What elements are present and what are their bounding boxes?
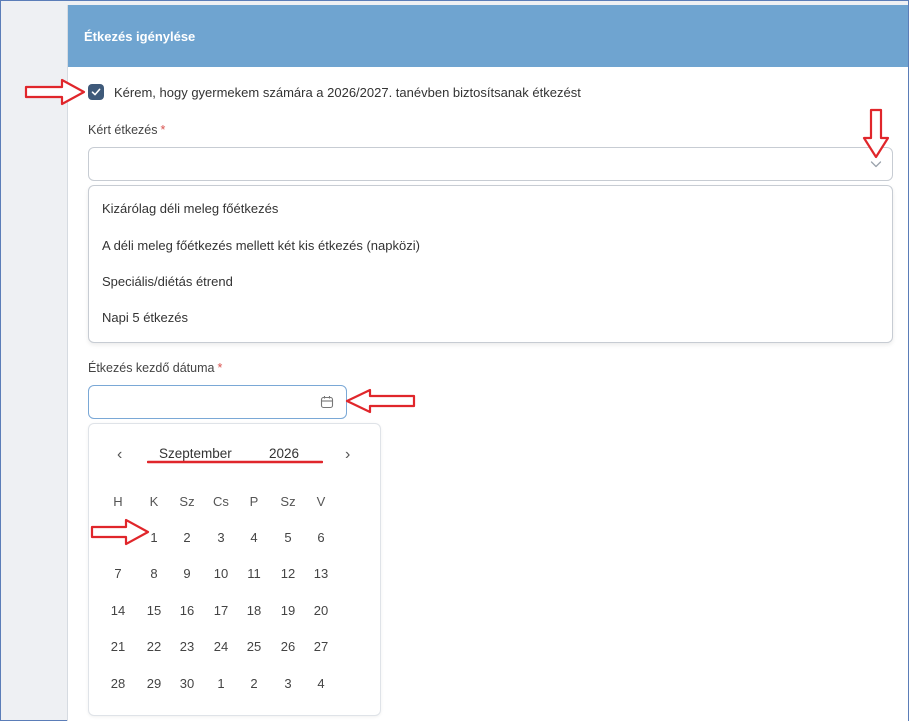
check-icon: [91, 88, 101, 96]
calendar-day[interactable]: 1: [140, 530, 168, 545]
dropdown-option[interactable]: Kizárólag déli meleg főétkezés: [102, 201, 278, 216]
date-picker-calendar: ‹ Szeptember 2026 › H K Sz Cs P Sz V 1 2 3 4 5 6 7 8 9 1…: [88, 423, 381, 716]
calendar-day[interactable]: 7: [104, 566, 132, 581]
weekday-header: Cs: [213, 494, 229, 509]
required-mark: *: [217, 361, 223, 375]
calendar-day[interactable]: 12: [274, 566, 302, 581]
calendar-day[interactable]: 4: [307, 676, 335, 691]
start-date-input[interactable]: [88, 385, 347, 419]
calendar-day[interactable]: 26: [274, 639, 302, 654]
calendar-day[interactable]: 5: [274, 530, 302, 545]
weekday-header: Sz: [280, 494, 296, 509]
calendar-day[interactable]: 24: [207, 639, 235, 654]
calendar-month[interactable]: Szeptember: [159, 446, 232, 461]
weekday-header: V: [316, 494, 326, 509]
meal-dropdown-list: Kizárólag déli meleg főétkezés A déli me…: [88, 185, 893, 343]
calendar-day[interactable]: 22: [140, 639, 168, 654]
calendar-day[interactable]: 29: [140, 676, 168, 691]
dropdown-option[interactable]: Napi 5 étkezés: [102, 310, 188, 325]
calendar-day[interactable]: 1: [207, 676, 235, 691]
calendar-day[interactable]: 2: [173, 530, 201, 545]
weekday-header: P: [249, 494, 259, 509]
consent-checkbox[interactable]: [88, 84, 104, 100]
chevron-down-icon[interactable]: [868, 156, 884, 172]
consent-label: Kérem, hogy gyermekem számára a 2026/202…: [114, 84, 581, 100]
required-mark: *: [160, 123, 166, 137]
calendar-day[interactable]: 28: [104, 676, 132, 691]
calendar-day[interactable]: 11: [240, 566, 268, 581]
calendar-day[interactable]: 27: [307, 639, 335, 654]
calendar-day[interactable]: 4: [240, 530, 268, 545]
next-month-button[interactable]: ›: [345, 446, 350, 464]
calendar-day[interactable]: 3: [207, 530, 235, 545]
start-date-label-text: Étkezés kezdő dátuma: [88, 361, 215, 375]
calendar-day[interactable]: 20: [307, 603, 335, 618]
panel-title: Étkezés igénylése: [84, 28, 196, 44]
calendar-day[interactable]: 21: [104, 639, 132, 654]
meal-request-panel: Étkezés igénylése Kérem, hogy gyermekem …: [67, 5, 908, 721]
calendar-day[interactable]: 15: [140, 603, 168, 618]
calendar-day[interactable]: 3: [274, 676, 302, 691]
weekday-header: Sz: [179, 494, 195, 509]
calendar-day[interactable]: 13: [307, 566, 335, 581]
prev-month-button[interactable]: ‹: [117, 446, 122, 464]
meal-label-text: Kért étkezés: [88, 123, 158, 137]
calendar-day[interactable]: 9: [173, 566, 201, 581]
weekday-header: H: [113, 494, 123, 509]
calendar-day[interactable]: 10: [207, 566, 235, 581]
calendar-icon[interactable]: [320, 395, 334, 409]
calendar-day[interactable]: 19: [274, 603, 302, 618]
calendar-year[interactable]: 2026: [269, 446, 299, 461]
meal-field-label: Kért étkezés *: [88, 123, 165, 137]
meal-select[interactable]: [88, 147, 893, 181]
consent-row[interactable]: Kérem, hogy gyermekem számára a 2026/202…: [88, 81, 581, 103]
panel-header: Étkezés igénylése: [68, 5, 908, 67]
dropdown-option[interactable]: A déli meleg főétkezés mellett két kis é…: [102, 238, 420, 253]
start-date-field-label: Étkezés kezdő dátuma *: [88, 361, 222, 375]
calendar-day[interactable]: 25: [240, 639, 268, 654]
calendar-day[interactable]: 30: [173, 676, 201, 691]
calendar-day[interactable]: 2: [240, 676, 268, 691]
calendar-day[interactable]: 6: [307, 530, 335, 545]
calendar-day[interactable]: 18: [240, 603, 268, 618]
calendar-day[interactable]: 23: [173, 639, 201, 654]
calendar-day[interactable]: 14: [104, 603, 132, 618]
dropdown-option[interactable]: Speciális/diétás étrend: [102, 274, 233, 289]
calendar-day[interactable]: 16: [173, 603, 201, 618]
calendar-day[interactable]: 17: [207, 603, 235, 618]
calendar-day[interactable]: 8: [140, 566, 168, 581]
weekday-header: K: [149, 494, 159, 509]
